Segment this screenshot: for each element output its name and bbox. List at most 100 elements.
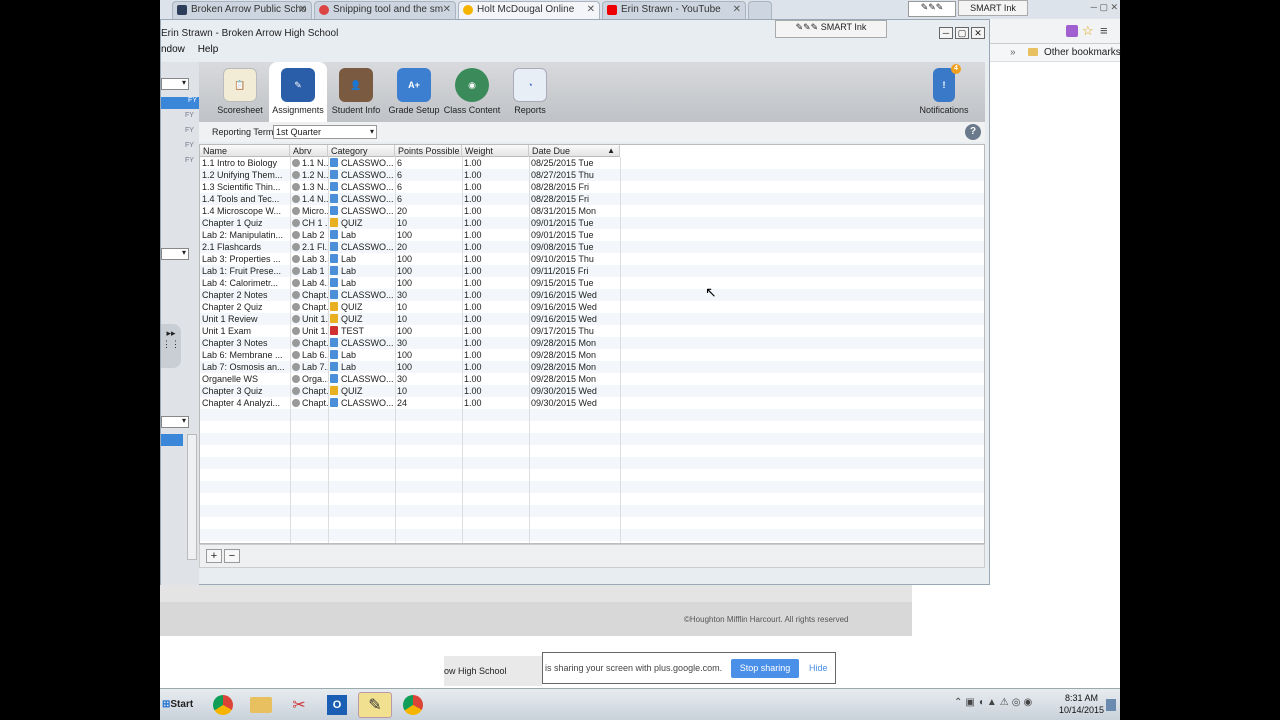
cell-category[interactable]: CLASSWO...	[328, 289, 395, 301]
cell-weight[interactable]: 1.00	[462, 289, 529, 301]
cell-weight[interactable]: 1.00	[462, 349, 529, 361]
cell-points-possible[interactable]: 30	[395, 289, 462, 301]
cell-abrv[interactable]: 1.3 N...	[290, 181, 328, 193]
left-selected-row[interactable]: FY	[161, 97, 199, 109]
add-assignment-button[interactable]: +	[206, 549, 222, 563]
menu-help[interactable]: Help	[198, 44, 219, 55]
cell-weight[interactable]: 1.00	[462, 181, 529, 193]
table-row[interactable]: Chapter 2 Quiz Chapt... QUIZ 10 1.00 09/16/20…	[200, 301, 984, 313]
cell-weight[interactable]: 1.00	[462, 313, 529, 325]
cell-points-possible[interactable]: 100	[395, 349, 462, 361]
help-icon[interactable]: ?	[965, 124, 981, 140]
cell-abrv[interactable]: Lab 7...	[290, 361, 328, 373]
cell-category[interactable]: CLASSWO...	[328, 181, 395, 193]
chrome-app-taskbar-button[interactable]	[396, 692, 430, 718]
cell-category[interactable]: CLASSWO...	[328, 337, 395, 349]
cell-weight[interactable]: 1.00	[462, 157, 529, 169]
cell-abrv[interactable]: Lab 1	[290, 265, 328, 277]
cell-category[interactable]: Lab	[328, 361, 395, 373]
left-dropdown-2[interactable]: ▾	[161, 248, 189, 260]
cell-points-possible[interactable]: 20	[395, 241, 462, 253]
cell-date-due[interactable]: 09/30/2015 Wed	[529, 385, 620, 397]
cell-name[interactable]: 1.4 Tools and Tec...	[200, 193, 290, 205]
close-button[interactable]: ✕	[971, 27, 985, 39]
cell-name[interactable]: Lab 2: Manipulatin...	[200, 229, 290, 241]
cell-category[interactable]: Lab	[328, 229, 395, 241]
left-selected-item[interactable]	[161, 434, 183, 446]
cell-category[interactable]: Lab	[328, 253, 395, 265]
table-row[interactable]: Unit 1 Exam Unit 1... TEST 100 1.00 09/17/201…	[200, 325, 984, 337]
cell-date-due[interactable]: 09/11/2015 Fri	[529, 265, 620, 277]
explorer-taskbar-button[interactable]	[244, 692, 278, 718]
cell-weight[interactable]: 1.00	[462, 205, 529, 217]
table-row[interactable]: Chapter 3 Notes Chapt... CLASSWO...30 1.00 0…	[200, 337, 984, 349]
table-row[interactable]: Organelle WS Orga... CLASSWO... 30 1.00 09/28…	[200, 373, 984, 385]
cell-weight[interactable]: 1.00	[462, 169, 529, 181]
cell-date-due[interactable]: 09/15/2015 Tue	[529, 277, 620, 289]
table-row[interactable]: Chapter 3 Quiz Chapt... QUIZ 10 1.00 09/30/20…	[200, 385, 984, 397]
minimize-button[interactable]: ─	[939, 27, 953, 39]
cell-points-possible[interactable]: 24	[395, 397, 462, 409]
cell-weight[interactable]: 1.00	[462, 217, 529, 229]
cell-category[interactable]: CLASSWO...	[328, 397, 395, 409]
show-desktop-button[interactable]	[1106, 699, 1116, 711]
cell-name[interactable]: Unit 1 Review	[200, 313, 290, 325]
table-row[interactable]: Chapter 2 Notes Chapt... CLASSWO...30 1.00 0…	[200, 289, 984, 301]
cell-abrv[interactable]: Unit 1...	[290, 313, 328, 325]
cell-name[interactable]: Lab 4: Calorimetr...	[200, 277, 290, 289]
extension-icon[interactable]	[1066, 25, 1078, 37]
table-row[interactable]: Lab 4: Calorimetr... Lab 4... Lab 100 1.00 09…	[200, 277, 984, 289]
smart-ink-label[interactable]: SMART Ink	[958, 0, 1028, 16]
cell-date-due[interactable]: 09/28/2015 Mon	[529, 337, 620, 349]
cell-name[interactable]: Chapter 3 Notes	[200, 337, 290, 349]
cell-abrv[interactable]: Lab 4...	[290, 277, 328, 289]
table-row[interactable]: Chapter 1 Quiz CH 1 ... QUIZ 10 1.00 09/01/20…	[200, 217, 984, 229]
cell-abrv[interactable]: Lab 6...	[290, 349, 328, 361]
cell-points-possible[interactable]: 100	[395, 325, 462, 337]
close-icon[interactable]: ✕	[299, 2, 307, 18]
notifications-button[interactable]: ! 4 Notifications	[913, 62, 975, 122]
cell-abrv[interactable]: Lab 3...	[290, 253, 328, 265]
cell-weight[interactable]: 1.00	[462, 373, 529, 385]
cell-date-due[interactable]: 09/16/2015 Wed	[529, 289, 620, 301]
outlook-taskbar-button[interactable]: O	[320, 692, 354, 718]
cell-category[interactable]: CLASSWO...	[328, 241, 395, 253]
cell-name[interactable]: 2.1 Flashcards	[200, 241, 290, 253]
student-info-button[interactable]: 👤 Student Info	[327, 62, 385, 122]
cell-date-due[interactable]: 09/01/2015 Tue	[529, 217, 620, 229]
cell-abrv[interactable]: Unit 1...	[290, 325, 328, 337]
cell-date-due[interactable]: 09/16/2015 Wed	[529, 313, 620, 325]
cell-name[interactable]: Unit 1 Exam	[200, 325, 290, 337]
table-row[interactable]: 2.1 Flashcards 2.1 Fl... CLASSWO...20 1.00 0…	[200, 241, 984, 253]
cell-date-due[interactable]: 09/10/2015 Thu	[529, 253, 620, 265]
cell-date-due[interactable]: 09/01/2015 Tue	[529, 229, 620, 241]
cell-name[interactable]: Organelle WS	[200, 373, 290, 385]
cell-points-possible[interactable]: 20	[395, 205, 462, 217]
close-icon[interactable]: ✕	[443, 2, 451, 18]
cell-points-possible[interactable]: 10	[395, 385, 462, 397]
cell-points-possible[interactable]: 6	[395, 157, 462, 169]
cell-category[interactable]: QUIZ	[328, 385, 395, 397]
clock[interactable]: 8:31 AM 10/14/2015	[1059, 692, 1104, 716]
cell-category[interactable]: CLASSWO...	[328, 157, 395, 169]
cell-category[interactable]: CLASSWO...	[328, 373, 395, 385]
cell-name[interactable]: Chapter 2 Quiz	[200, 301, 290, 313]
cell-weight[interactable]: 1.00	[462, 241, 529, 253]
cell-name[interactable]: Chapter 1 Quiz	[200, 217, 290, 229]
cell-date-due[interactable]: 08/27/2015 Thu	[529, 169, 620, 181]
cell-weight[interactable]: 1.00	[462, 193, 529, 205]
cell-date-due[interactable]: 09/28/2015 Mon	[529, 373, 620, 385]
cell-points-possible[interactable]: 10	[395, 301, 462, 313]
table-row[interactable]: 1.1 Intro to Biology 1.1 N... CLASSWO...6 1…	[200, 157, 984, 169]
cell-category[interactable]: TEST	[328, 325, 395, 337]
menu-icon[interactable]: ≡	[1100, 23, 1108, 38]
chrome-taskbar-button[interactable]	[206, 692, 240, 718]
table-row[interactable]: 1.4 Tools and Tec... 1.4 N... CLASSWO...6 1…	[200, 193, 984, 205]
cell-weight[interactable]: 1.00	[462, 253, 529, 265]
hide-button[interactable]: Hide	[809, 663, 828, 673]
cell-points-possible[interactable]: 10	[395, 217, 462, 229]
cell-date-due[interactable]: 09/16/2015 Wed	[529, 301, 620, 313]
table-row[interactable]: Chapter 4 Analyzi... Chapt... CLASSWO...24…	[200, 397, 984, 409]
cell-weight[interactable]: 1.00	[462, 361, 529, 373]
table-row[interactable]: Lab 7: Osmosis an... Lab 7... Lab 100 1.00 09…	[200, 361, 984, 373]
